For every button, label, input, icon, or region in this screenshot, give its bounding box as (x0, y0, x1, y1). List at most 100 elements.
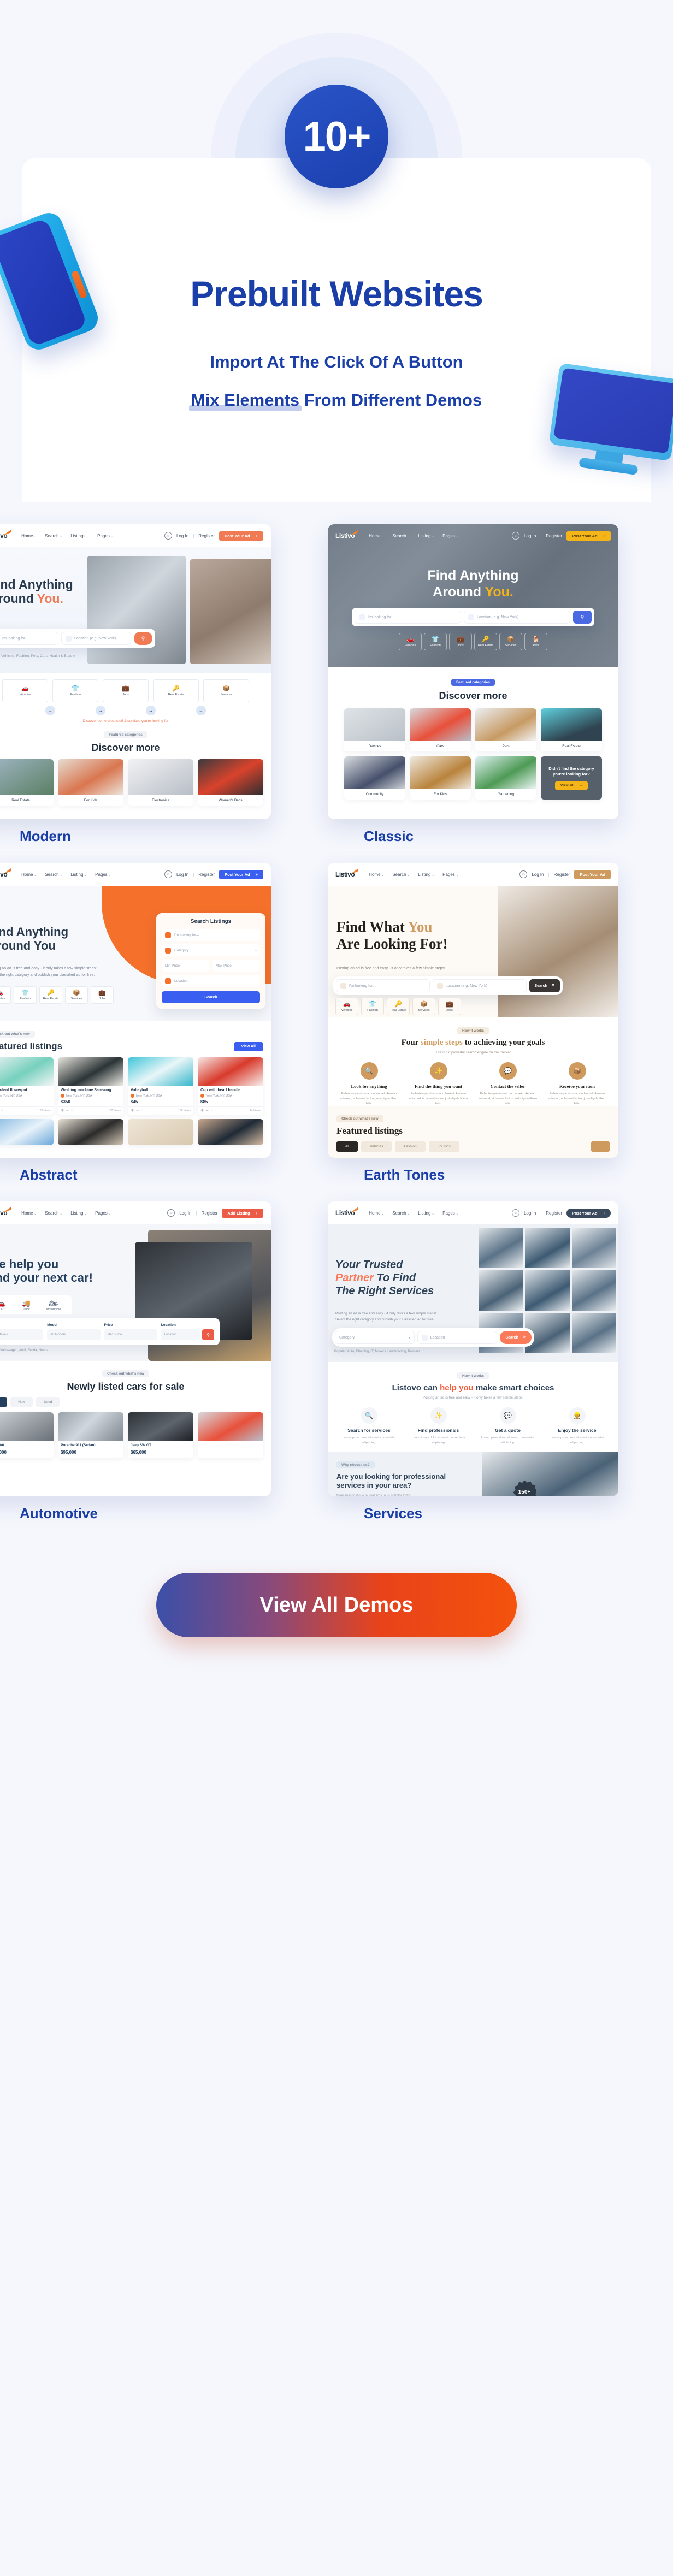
automotive-nav-right[interactable]: ☺ Log In | Register Add Listing + (167, 1208, 263, 1218)
user-avatar-icon[interactable]: ☺ (519, 870, 528, 878)
car-listing-card[interactable]: Audi A6 $42,000 (0, 1412, 54, 1458)
nav-item-home[interactable]: Home (369, 534, 384, 538)
nav-item-search[interactable]: Search (392, 1211, 410, 1216)
compare-icon[interactable]: ⇄ (136, 1109, 138, 1112)
panel-field-max-price[interactable]: Max Price (212, 960, 260, 972)
category-chip[interactable]: 💼 Jobs (449, 633, 472, 650)
category-chip[interactable]: 🔑 Real Estate (153, 679, 199, 702)
filter-model[interactable]: Model All Models (47, 1323, 101, 1340)
filter-tab-active[interactable]: All (336, 1141, 358, 1152)
earth-logo[interactable]: Listivo (335, 870, 355, 878)
filter-tab-active[interactable]: All (0, 1397, 8, 1407)
demo-screenshot-modern[interactable]: Listivo Home Search Listings Pages ☺ Log… (0, 524, 271, 819)
earth-navbar[interactable]: Listivo Home Search Listing Pages ☺ Log … (328, 863, 618, 886)
category-card[interactable]: Community (344, 756, 405, 800)
category-chip[interactable]: 🔑 Real Estate (387, 998, 410, 1015)
category-card[interactable]: Electronics (128, 759, 193, 806)
nav-item-listing[interactable]: Listing (70, 1211, 87, 1216)
abstract-nav-right[interactable]: ☺ Log In | Register Post Your Ad + (164, 869, 263, 879)
earth-search-input[interactable]: I'm looking for... (336, 979, 430, 992)
nav-item-pages[interactable]: Pages (97, 534, 113, 538)
earth-filter-tabs[interactable]: All Vehicles Fashion For Kids (336, 1141, 610, 1152)
earth-nav-right[interactable]: ☺ Log In | Register Post Your Ad (519, 869, 611, 879)
filter-location[interactable]: Location Location ⚲ (161, 1323, 214, 1340)
earth-category-chips[interactable]: 🚗 Vehicles 👕 Fashion 🔑 Real Estate 📦 Service… (335, 998, 461, 1015)
demo-screenshot-automotive[interactable]: Listivo Home Search Listing Pages ☺ Log … (0, 1201, 271, 1496)
category-chip[interactable]: 💼 Jobs (438, 998, 461, 1015)
category-card[interactable]: Women's Bags (198, 759, 263, 806)
demo-card-modern[interactable]: Listivo Home Search Listings Pages ☺ Log… (0, 524, 271, 845)
login-link[interactable]: Log In (524, 534, 536, 538)
post-ad-button[interactable]: Post Your Ad + (566, 1208, 611, 1218)
nav-item-listings[interactable]: Listings (70, 534, 89, 538)
nav-item-search[interactable]: Search (392, 872, 410, 877)
category-card[interactable]: For Kids (58, 759, 123, 806)
register-link[interactable]: Register (554, 872, 570, 877)
panel-field-min-price[interactable]: Min Price (162, 960, 209, 972)
listing-card[interactable]: Succulent flowerpot New York, NY, USA $4… (0, 1057, 54, 1115)
filter-tab[interactable]: Used (36, 1397, 60, 1407)
arrow-right-icon[interactable]: → (196, 706, 206, 715)
category-chip[interactable]: 🚗Vehicles (399, 633, 422, 650)
classic-search-input[interactable]: I'm looking for... (355, 611, 461, 624)
eye-icon[interactable]: 👁 (131, 1109, 134, 1112)
nav-item-listing[interactable]: Listing (70, 872, 87, 877)
modern-location-input[interactable]: Location (e.g. New York) (61, 632, 131, 645)
automotive-navbar[interactable]: Listivo Home Search Listing Pages ☺ Log … (0, 1201, 271, 1224)
nav-item-home[interactable]: Home (21, 872, 37, 877)
category-chip[interactable]: 👕 Fashion (52, 679, 98, 702)
eye-icon[interactable]: 👁 (61, 1109, 64, 1112)
earth-search-button[interactable]: Search ⚲ (529, 979, 560, 992)
category-card[interactable]: Pets (475, 708, 536, 751)
abstract-logo[interactable]: Listivo (0, 870, 8, 878)
nav-item-search[interactable]: Search (45, 872, 62, 877)
listing-card[interactable] (0, 1119, 54, 1145)
post-ad-button[interactable]: Post Your Ad (574, 869, 611, 879)
earth-nav-links[interactable]: Home Search Listing Pages (369, 872, 458, 877)
classic-navbar[interactable]: Listivo Home Search Listing Pages ☺ Log … (328, 524, 618, 547)
arrow-right-icon[interactable]: → (146, 706, 156, 715)
login-link[interactable]: Log In (524, 1211, 536, 1216)
demo-card-abstract[interactable]: Listivo Home Search Listing Pages ☺ Log … (0, 863, 271, 1183)
register-link[interactable]: Register (198, 534, 215, 538)
nav-item-home[interactable]: Home (369, 872, 384, 877)
post-ad-button[interactable]: Post Your Ad + (219, 869, 263, 879)
automotive-vehicle-tabs[interactable]: 🚗Car 🚚Truck 🏍Motorcycle (0, 1295, 72, 1314)
classic-location-input[interactable]: Location (e.g. New York) (464, 611, 570, 624)
demo-screenshot-services[interactable]: Listivo Home Search Listing Pages ☺ Log … (328, 1201, 618, 1496)
arrow-right-icon[interactable]: → (45, 706, 55, 715)
earth-view-all-button[interactable] (591, 1141, 610, 1152)
automotive-logo[interactable]: Listivo (0, 1209, 8, 1217)
modern-nav-links[interactable]: Home Search Listings Pages (21, 534, 113, 538)
nav-item-pages[interactable]: Pages (442, 534, 458, 538)
services-logo[interactable]: Listivo (335, 1209, 355, 1217)
services-search-button[interactable]: Search ⚲ (499, 1331, 532, 1344)
register-link[interactable]: Register (198, 872, 215, 877)
category-card[interactable]: Cars (410, 708, 471, 751)
earth-searchbar[interactable]: I'm looking for... Location (e.g. New Yo… (333, 976, 563, 995)
category-chip[interactable]: 👕 Fashion (361, 998, 384, 1015)
panel-field-keyword[interactable]: I'm looking for... (162, 929, 260, 941)
category-card[interactable]: For Kids (410, 756, 471, 800)
panel-field-category[interactable]: Category ▾ (162, 944, 260, 956)
filter-price[interactable]: Price Max Price (104, 1323, 157, 1340)
user-avatar-icon[interactable]: ☺ (164, 532, 172, 540)
heart-icon[interactable]: ♡ (141, 1109, 143, 1112)
classic-nav-right[interactable]: ☺ Log In | Register Post Your Ad + (511, 531, 611, 541)
automotive-search-button[interactable]: ⚲ (202, 1329, 214, 1340)
automotive-filter-panel[interactable]: MakeAll Makes ModelAll Models PriceMax P… (0, 1318, 220, 1345)
category-chip[interactable]: 🚗Vehicles (335, 998, 358, 1015)
category-card[interactable]: Gardening (475, 756, 536, 800)
user-avatar-icon[interactable]: ☺ (164, 870, 172, 878)
filter-tab[interactable]: Vehicles (361, 1141, 392, 1152)
login-link[interactable]: Log In (176, 872, 188, 877)
abstract-navbar[interactable]: Listivo Home Search Listing Pages ☺ Log … (0, 863, 271, 886)
nav-item-listing[interactable]: Listing (418, 1211, 434, 1216)
vehicle-tab[interactable]: 🏍 Motorcycle (39, 1299, 68, 1311)
listing-card[interactable] (128, 1119, 193, 1145)
services-searchbar[interactable]: Category ▾ Location Search ⚲ (332, 1328, 534, 1347)
nav-item-home[interactable]: Home (369, 1211, 384, 1216)
demo-screenshot-earth-tones[interactable]: Listivo Home Search Listing Pages ☺ Log … (328, 863, 618, 1158)
services-nav-links[interactable]: Home Search Listing Pages (369, 1211, 458, 1216)
demo-card-automotive[interactable]: Listivo Home Search Listing Pages ☺ Log … (0, 1201, 271, 1522)
